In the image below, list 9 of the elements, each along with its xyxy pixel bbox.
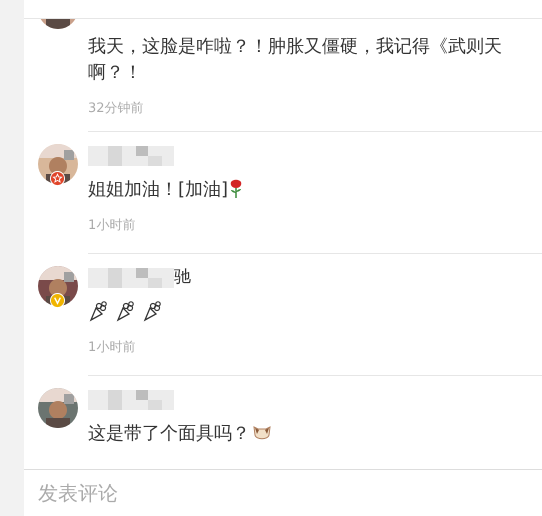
comment-time: 32分钟前 (88, 100, 145, 117)
username[interactable]: 驰 (174, 265, 191, 291)
comment-text: 我天，这脸是咋啦？！肿胀又僵硬，我记得《武则天 (88, 34, 502, 58)
comment-text: 姐姐加油！[加油] (88, 178, 228, 202)
comment-input-field[interactable]: 发表评论 (38, 478, 338, 508)
comment-text: 这是带了个面具吗？ (88, 422, 250, 446)
comment-time: 1小时前 (88, 217, 136, 234)
comment-text: 啊？！ (88, 60, 142, 84)
comment-time: 1小时前 (88, 339, 136, 356)
